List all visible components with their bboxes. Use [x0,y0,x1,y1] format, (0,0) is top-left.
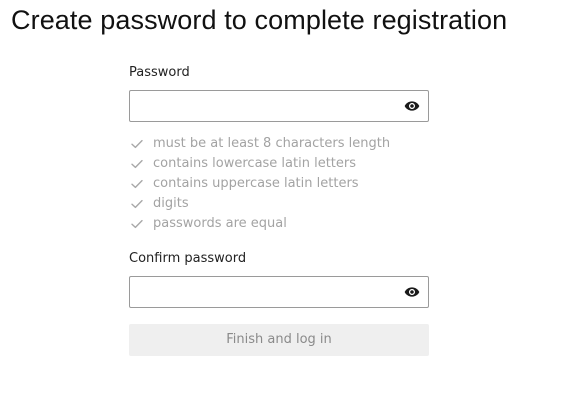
requirement-text: digits [153,196,189,211]
requirement-text: contains uppercase latin letters [153,176,359,191]
check-icon [131,179,143,189]
requirement-item: digits [129,194,429,214]
requirement-item: must be at least 8 characters length [129,134,429,154]
requirement-item: contains uppercase latin letters [129,174,429,194]
requirement-text: contains lowercase latin letters [153,156,357,171]
check-icon [131,159,143,169]
password-input[interactable] [130,91,390,121]
check-icon [131,139,143,149]
confirm-password-input[interactable] [130,277,390,307]
confirm-password-label: Confirm password [129,251,247,266]
password-label: Password [129,65,190,80]
check-icon [131,219,143,229]
password-field-wrapper [129,90,429,122]
confirm-password-visibility-toggle[interactable] [404,284,420,300]
password-requirements: must be at least 8 characters length con… [129,134,429,234]
registration-form: Password must be at least 8 characters l… [129,64,429,356]
check-icon [131,199,143,209]
requirement-text: must be at least 8 characters length [153,136,391,151]
requirement-item: passwords are equal [129,214,429,234]
requirement-text: passwords are equal [153,216,287,231]
requirement-item: contains lowercase latin letters [129,154,429,174]
eye-icon [404,287,420,297]
eye-icon [404,101,420,111]
confirm-password-field-wrapper [129,276,429,308]
page-title: Create password to complete registration [11,5,508,35]
password-visibility-toggle[interactable] [404,98,420,114]
finish-and-login-button[interactable]: Finish and log in [129,324,429,356]
